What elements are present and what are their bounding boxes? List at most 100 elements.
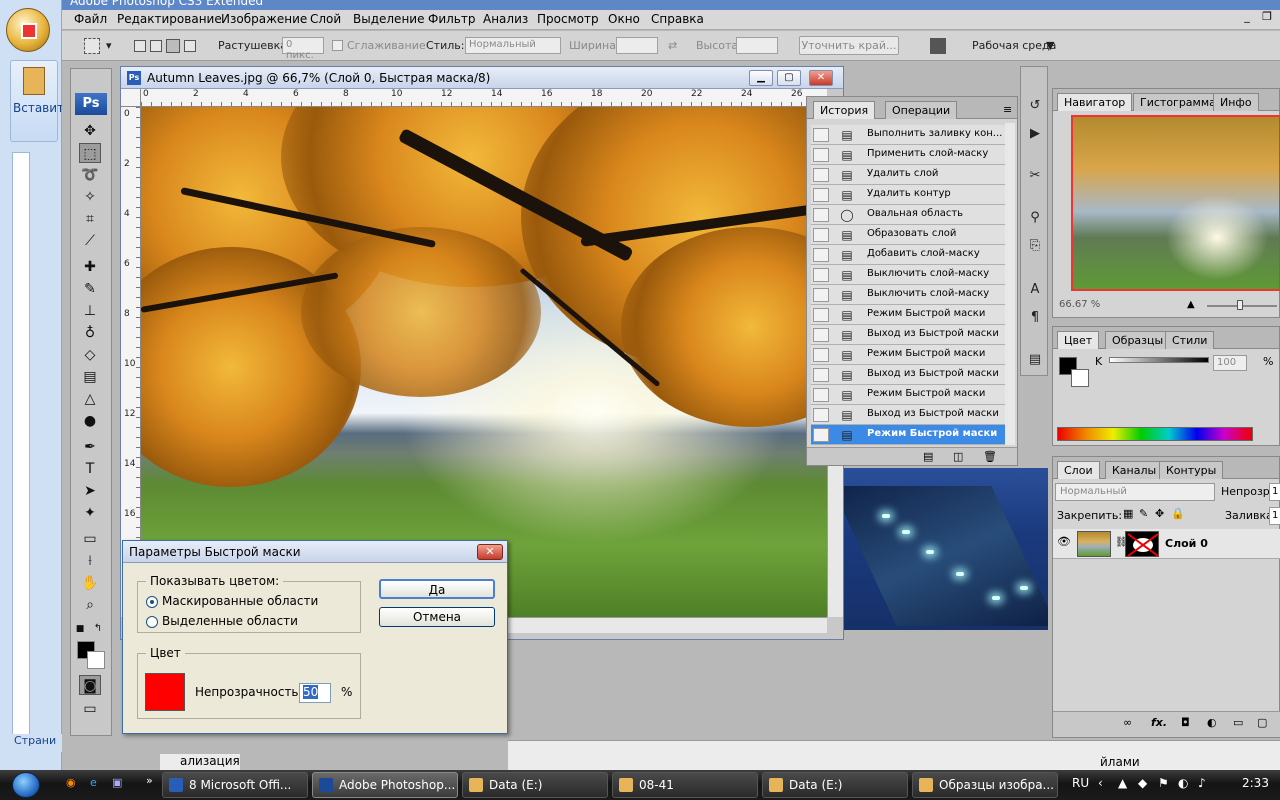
stamp-tool-icon[interactable]: ⊥ [79,301,101,321]
language-indicator[interactable]: RU [1072,776,1089,790]
history-item[interactable]: ▤ Образовать слой [811,225,1005,245]
subtract-selection-icon[interactable] [166,39,180,53]
menu-analysis[interactable]: Анализ [483,12,528,26]
history-item[interactable]: ▤ Выключить слой-маску [811,285,1005,305]
hand-tool-icon[interactable]: ✋ [79,573,101,593]
dialog-close-icon[interactable]: ✕ [477,544,503,560]
add-selection-icon[interactable] [150,40,162,52]
actions-panel-icon[interactable]: ▶ [1024,123,1046,145]
color-spectrum[interactable] [1057,427,1253,441]
start-button[interactable] [2,770,56,800]
marquee-tool-icon[interactable]: ⬚ [79,143,101,163]
swap-colors-icon[interactable]: ↰ [91,619,105,639]
history-item[interactable]: ▤ Применить слой-маску [811,145,1005,165]
lasso-tool-icon[interactable]: ➰ [79,165,101,185]
quicklaunch-more-icon[interactable]: » [146,774,153,787]
paste-button[interactable]: Вставить [10,60,71,142]
history-item[interactable]: ▤ Режим Быстрой маски [811,425,1005,445]
add-mask-icon[interactable]: ◘ [1181,716,1190,729]
taskbar-button[interactable]: Adobe Photoshop... [312,772,458,798]
preset-dropdown-icon[interactable]: ▾ [106,39,112,52]
history-item[interactable]: ▤ Добавить слой-маску [811,245,1005,265]
history-item[interactable]: ▤ Режим Быстрой маски [811,385,1005,405]
color-bg-swatch[interactable] [1071,369,1089,387]
history-source-checkbox[interactable] [813,308,829,322]
history-source-checkbox[interactable] [813,288,829,302]
firefox-icon[interactable]: ◉ [66,776,76,789]
feather-input[interactable]: 0 пикс. [282,37,324,61]
snapshot-icon[interactable]: ◫ [953,450,963,463]
history-item[interactable]: ▤ Удалить слой [811,165,1005,185]
tab-actions[interactable]: Операции [885,101,958,119]
move-tool-icon[interactable]: ✥ [79,121,101,141]
trash-icon[interactable]: 🗑 [983,450,997,463]
selected-areas-label[interactable]: Выделенные области [162,614,298,628]
zoom-out-icon[interactable]: ▲ [1187,299,1195,310]
history-item[interactable]: ▤ Выход из Быстрой маски [811,325,1005,345]
mask-thumbnail[interactable] [1125,531,1159,557]
new-document-from-state-icon[interactable]: ▤ [923,450,933,463]
history-item[interactable]: ▤ Выход из Быстрой маски [811,405,1005,425]
desktop-icon[interactable]: ▣ [112,776,122,789]
menu-layer[interactable]: Слой [310,12,341,26]
layer-comps-icon[interactable]: ▤ [1024,349,1046,371]
history-item[interactable]: ▤ Удалить контур [811,185,1005,205]
workspace-dropdown-icon[interactable]: ▼ [1046,39,1054,52]
path-select-icon[interactable]: ➤ [79,481,101,501]
history-source-checkbox[interactable] [813,368,829,382]
zoom-tool-icon[interactable]: ⌕ [79,595,101,615]
selected-areas-radio[interactable] [146,616,158,628]
history-source-checkbox[interactable] [813,408,829,422]
history-source-checkbox[interactable] [813,268,829,282]
fill-input[interactable]: 1 [1269,507,1280,525]
masked-areas-radio[interactable] [146,596,158,608]
tab-info[interactable]: Инфо [1213,93,1259,111]
history-brush-icon[interactable]: ♁ [79,323,101,343]
link-layers-icon[interactable]: ∞ [1123,716,1132,729]
history-source-checkbox[interactable] [813,168,829,182]
menu-file[interactable]: Файл [74,12,107,26]
doc-minimize-icon[interactable]: ▁ [749,70,773,86]
swap-icon[interactable]: ⇄ [668,39,677,52]
tab-layers[interactable]: Слои [1057,461,1100,479]
restore-icon[interactable]: ❐ [1258,10,1276,26]
taskbar-button[interactable]: Образцы изобра... [912,772,1058,798]
tab-swatches[interactable]: Образцы [1105,331,1171,349]
office-button-icon[interactable] [6,8,50,52]
bridge-icon[interactable] [930,38,946,54]
history-source-checkbox[interactable] [813,248,829,262]
history-source-checkbox[interactable] [813,128,829,142]
healing-brush-icon[interactable]: ✚ [79,257,101,277]
dialog-titlebar[interactable]: Параметры Быстрой маски ✕ [123,541,507,563]
clone-source-icon[interactable]: ⎘ [1024,235,1046,257]
background-color[interactable] [87,651,105,669]
ie-icon[interactable]: e [90,776,97,789]
history-source-checkbox[interactable] [813,348,829,362]
history-source-checkbox[interactable] [813,208,829,222]
tray-arrow-icon[interactable]: ‹ [1098,776,1103,790]
lock-position-icon[interactable]: ✥ [1155,507,1164,520]
menu-help[interactable]: Справка [651,12,704,26]
menu-image[interactable]: Изображение [221,12,307,26]
gradient-tool-icon[interactable]: ▤ [79,367,101,387]
k-slider[interactable] [1109,357,1209,363]
menu-select[interactable]: Выделение [353,12,424,26]
history-item[interactable]: ▤ Режим Быстрой маски [811,305,1005,325]
history-source-checkbox[interactable] [813,388,829,402]
navigator-zoom[interactable]: 66.67 % [1059,299,1100,310]
eye-icon[interactable]: 👁 [1057,535,1071,548]
crop-tool-icon[interactable]: ⌗ [79,209,101,229]
history-source-checkbox[interactable] [813,428,829,442]
new-selection-icon[interactable] [134,40,146,52]
blur-tool-icon[interactable]: △ [79,389,101,409]
zoom-slider-knob[interactable] [1237,300,1243,310]
ok-button[interactable]: Да [379,579,495,599]
quick-mask-icon[interactable]: ◙ [79,675,101,695]
document-titlebar[interactable]: Ps Autumn Leaves.jpg @ 66,7% (Слой 0, Бы… [121,67,843,89]
taskbar-button[interactable]: Data (E:) [462,772,608,798]
default-colors-icon[interactable]: ■ [73,619,87,639]
brush-tool-icon[interactable]: ✎ [79,279,101,299]
character-panel-icon[interactable]: A [1024,279,1046,301]
masked-areas-label[interactable]: Маскированные области [162,594,318,608]
tab-styles[interactable]: Стили [1165,331,1215,349]
